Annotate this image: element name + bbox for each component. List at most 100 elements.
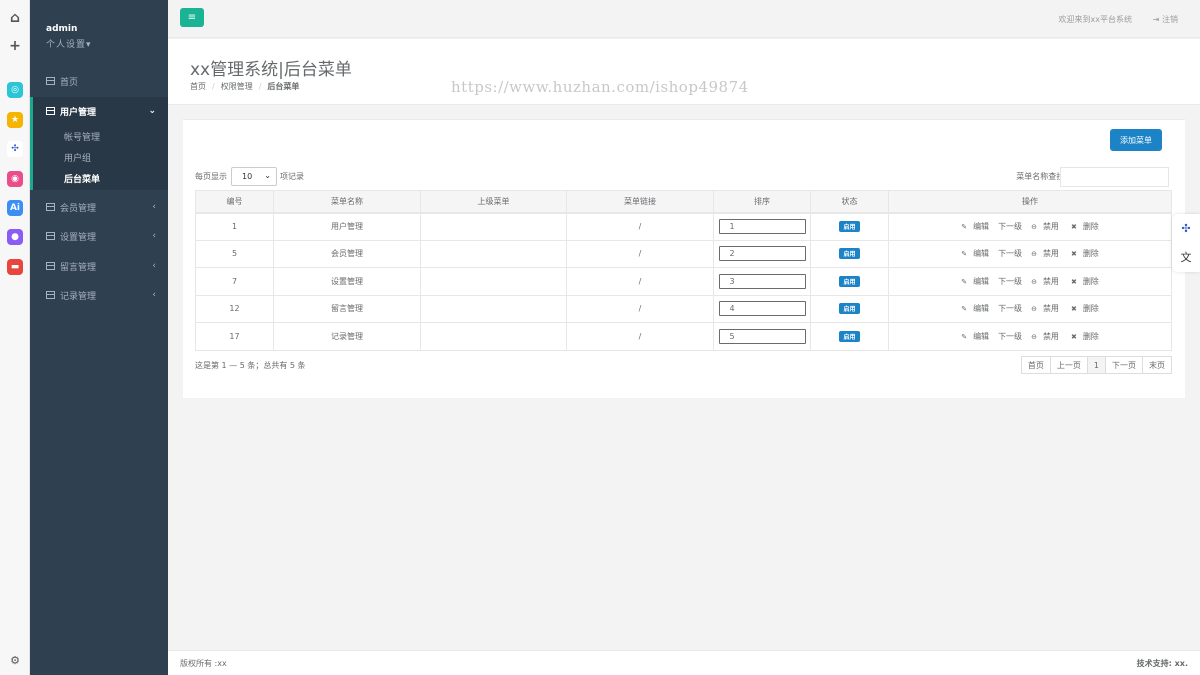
col-id[interactable]: 编号 [195,190,274,214]
child-button[interactable]: 下一级 [998,332,1022,341]
cell-id: 7 [195,267,274,296]
sort-input[interactable]: 3 [718,273,806,289]
submenu-backend-menu[interactable]: 后台菜单 [64,172,100,185]
page-length-select[interactable]: 10 ⌄ [231,167,277,186]
table-row: 12 留言管理 /4 启用 ✎ 编辑 下一级 ⊖ 禁用 ✖ 删除 [195,294,1172,323]
delete-button[interactable]: ✖ 删除 [1068,277,1102,286]
cell-link: / [566,212,714,241]
submenu-usergroup[interactable]: 用户组 [64,151,91,164]
disable-button[interactable]: ⊖ 禁用 [1028,249,1062,258]
nav-home[interactable]: 首页 [30,67,168,95]
cell-link: / [566,294,714,323]
edit-icon: ✎ [961,332,968,341]
col-status[interactable]: 状态 [810,190,889,214]
watermark: https://www.huzhan.com/ishop49874 [451,78,749,96]
chevron-left-icon: ‹ [152,290,156,300]
delete-button[interactable]: ✖ 删除 [1068,332,1102,341]
col-name[interactable]: 菜单名称 [273,190,421,214]
game-icon[interactable]: ▬ [7,259,23,275]
edit-icon: ✎ [961,250,968,259]
personal-settings-dropdown[interactable]: 个人设置▾ [46,37,92,50]
edit-button[interactable]: ✎ 编辑 [958,304,992,313]
edit-button[interactable]: ✎ 编辑 [958,277,992,286]
logout-link[interactable]: ⇥ 注销 [1153,14,1178,25]
child-button[interactable]: 下一级 [998,277,1022,286]
nav-user-management[interactable]: 用户管理 ⌄ [30,97,168,125]
home-icon[interactable]: ⌂ [7,10,23,26]
username: admin [46,24,78,34]
status-badge: 启用 [839,248,860,260]
welcome-text: 欢迎来到xx平台系统 [1058,15,1132,24]
network-icon[interactable]: ✣ [1178,220,1194,236]
menu-icon: ≡ [187,12,197,23]
profile: admin 个人设置▾ [46,24,92,50]
add-menu-button[interactable]: 添加菜单 [1110,129,1162,151]
sort-input[interactable]: 1 [718,219,806,234]
chevron-left-icon: ‹ [152,202,156,212]
nav-member-management[interactable]: 会员管理 ‹ [30,193,168,221]
disable-button[interactable]: ⊖ 禁用 [1028,304,1062,313]
status-badge: 启用 [839,275,860,287]
col-link[interactable]: 菜单链接 [566,190,714,214]
disable-button[interactable]: ⊖ 禁用 [1028,222,1062,231]
cell-parent [420,322,567,351]
submenu-account[interactable]: 帐号管理 [64,130,100,143]
cell-name: 会员管理 [273,239,421,268]
sort-input[interactable]: 2 [718,246,806,262]
table-row: 17 记录管理 /5 启用 ✎ 编辑 下一级 ⊖ 禁用 ✖ 删除 [195,322,1172,351]
edit-button[interactable]: ✎ 编辑 [958,332,992,341]
menu-table: 编号 菜单名称 上级菜单 菜单链接 排序 状态 操作 1 用户管理/1 启用 ✎ 编辑下… [195,190,1172,351]
menu-toggle-button[interactable]: ≡ [180,8,204,27]
breadcrumb-permissions[interactable]: 权限管理 [221,82,253,91]
disable-button[interactable]: ⊖ 禁用 [1028,277,1062,286]
child-button[interactable]: 下一级 [998,304,1022,313]
chevron-left-icon: ‹ [152,261,156,271]
nav-record-management[interactable]: 记录管理 ‹ [30,281,168,309]
breadcrumb-current: 后台菜单 [267,82,300,91]
col-sort[interactable]: 排序 [713,190,811,214]
pager-first[interactable]: 首页 [1020,356,1051,374]
logout-icon: ⇥ [1152,15,1162,24]
page-length-label: 每页显示 [195,172,227,181]
plus-icon[interactable]: + [7,38,23,54]
pager-current[interactable]: 1 [1086,356,1106,374]
ai-circle-icon[interactable]: ◉ [7,171,23,187]
sort-input[interactable]: 4 [718,301,806,317]
close-icon: ✖ [1070,332,1077,341]
delete-button[interactable]: ✖ 删除 [1068,222,1102,231]
cell-name: 用户管理 [273,212,421,241]
pager-next[interactable]: 下一页 [1105,356,1143,374]
col-parent[interactable]: 上级菜单 [420,190,567,214]
cell-name: 记录管理 [273,322,421,351]
close-icon: ✖ [1070,277,1077,286]
pager-prev[interactable]: 上一页 [1049,356,1088,374]
bot-icon[interactable]: ● [7,229,23,245]
pager-last[interactable]: 末页 [1142,356,1172,374]
delete-button[interactable]: ✖ 删除 [1068,249,1102,258]
minus-circle-icon: ⊖ [1031,277,1037,286]
search-input[interactable] [1060,167,1169,187]
breadcrumb-home[interactable]: 首页 [190,82,206,91]
star-icon[interactable]: ★ [7,112,23,128]
footer: 版权所有 :xx 技术支持: xx. [168,650,1200,675]
ai-icon[interactable]: Ai [7,200,23,216]
cell-link: / [566,267,714,296]
cell-sort: 2 [713,239,811,268]
delete-button[interactable]: ✖ 删除 [1068,304,1102,313]
nav-message-management[interactable]: 留言管理 ‹ [30,252,168,280]
translate-icon[interactable]: 文 [1178,249,1194,265]
cell-actions: ✎ 编辑 下一级 ⊖ 禁用 ✖ 删除 [888,322,1172,351]
sort-input[interactable]: 5 [718,328,806,344]
child-button[interactable]: 下一级 [998,249,1022,258]
edit-button[interactable]: ✎ 编辑 [958,249,992,258]
edit-button[interactable]: ✎ 编辑 [958,222,992,231]
disable-button[interactable]: ⊖ 禁用 [1028,332,1062,341]
cell-link: / [566,239,714,268]
settings-icon[interactable]: ⚙ [7,652,23,668]
edit-icon: ✎ [961,277,968,286]
network-icon[interactable]: ✣ [7,141,23,157]
app-icon-1[interactable]: ◎ [7,82,23,98]
edit-icon: ✎ [961,305,968,314]
nav-settings-management[interactable]: 设置管理 ‹ [30,222,168,250]
child-button[interactable]: 下一级 [998,222,1022,231]
